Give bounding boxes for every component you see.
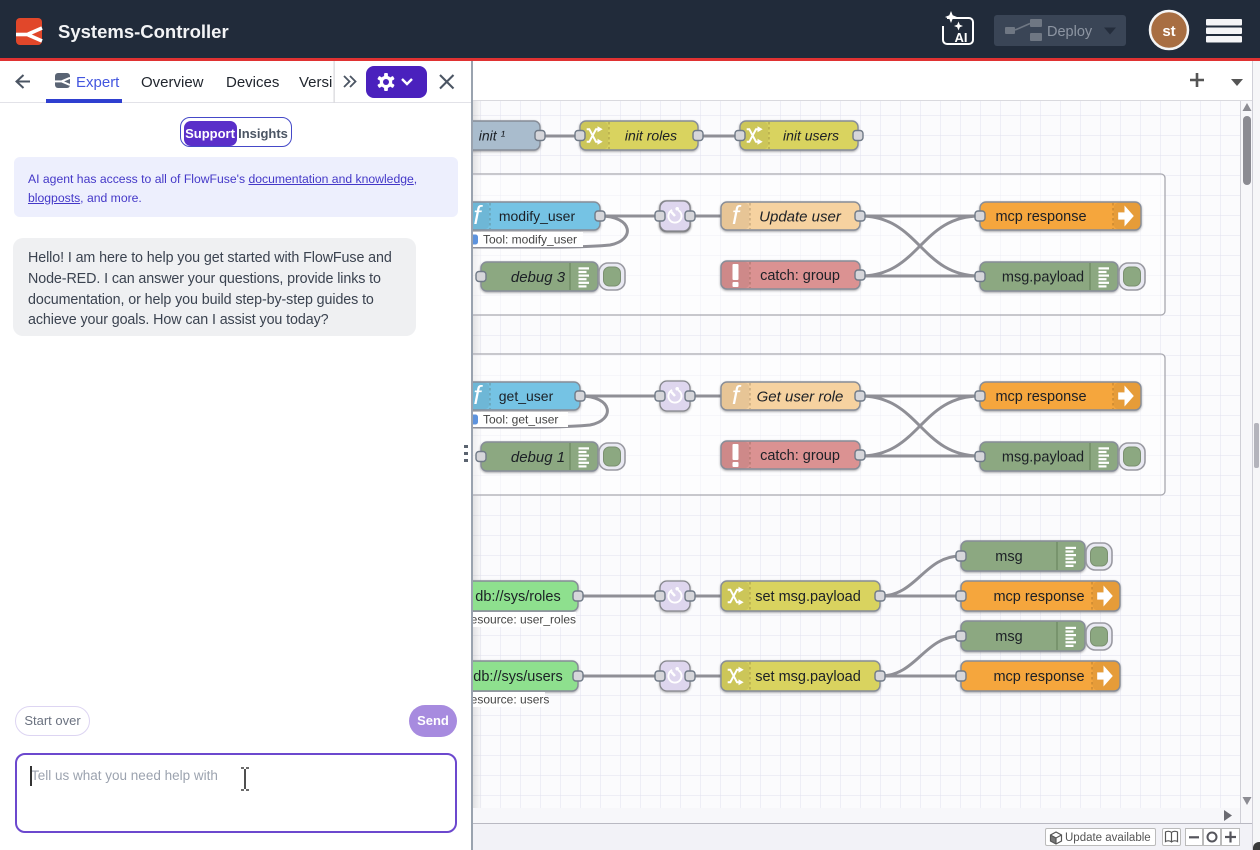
svg-text:debug 3: debug 3: [511, 269, 566, 286]
svg-text:get_user: get_user: [499, 388, 554, 404]
svg-text:Resource: user_roles: Resource: user_roles: [473, 613, 576, 627]
svg-text:Deploy: Deploy: [1047, 24, 1093, 40]
svg-text:init users: init users: [783, 128, 839, 144]
svg-text:mcp response: mcp response: [995, 389, 1086, 405]
svg-text:st: st: [1162, 23, 1175, 40]
svg-text:Expert: Expert: [76, 74, 120, 91]
svg-text:Overview: Overview: [141, 74, 204, 91]
svg-text:mcp response: mcp response: [993, 669, 1084, 685]
svg-text:Systems-Controller: Systems-Controller: [58, 21, 229, 42]
svg-text:Tool: modify_user: Tool: modify_user: [483, 233, 577, 247]
svg-text:msg.payload: msg.payload: [1002, 450, 1084, 466]
svg-text:db://sys/roles: db://sys/roles: [475, 589, 560, 605]
svg-text:set msg.payload: set msg.payload: [755, 669, 861, 685]
svg-text:catch: group: catch: group: [760, 448, 840, 464]
svg-text:init ¹: init ¹: [479, 128, 506, 144]
svg-text:db://sys/users: db://sys/users: [473, 669, 562, 685]
svg-text:msg.payload: msg.payload: [1002, 270, 1084, 286]
svg-text:set msg.payload: set msg.payload: [755, 589, 861, 605]
svg-text:Resource: users: Resource: users: [473, 693, 549, 707]
svg-text:msg: msg: [995, 629, 1022, 645]
svg-text:catch: group: catch: group: [760, 268, 840, 284]
svg-text:msg: msg: [995, 549, 1022, 565]
svg-text:modify_user: modify_user: [499, 208, 576, 224]
svg-text:mcp response: mcp response: [993, 589, 1084, 605]
svg-text:Tool: get_user: Tool: get_user: [483, 413, 558, 427]
svg-text:Devices: Devices: [226, 74, 279, 91]
svg-text:Get user role: Get user role: [757, 388, 844, 405]
svg-text:Update user: Update user: [759, 208, 842, 225]
svg-text:debug 1: debug 1: [511, 449, 565, 466]
svg-text:AI: AI: [955, 30, 968, 45]
svg-text:mcp response: mcp response: [995, 209, 1086, 225]
svg-text:init roles: init roles: [625, 128, 677, 144]
